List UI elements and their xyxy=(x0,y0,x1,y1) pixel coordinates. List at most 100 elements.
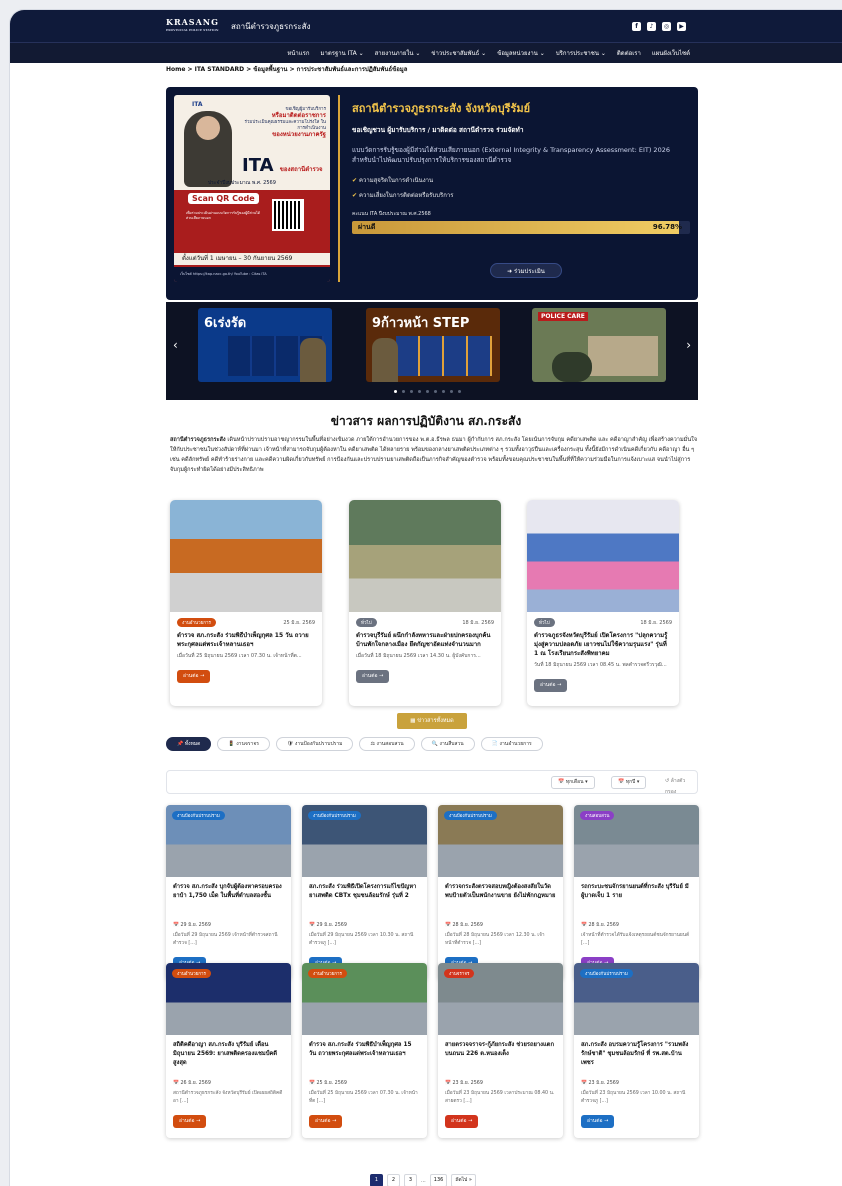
site-logo[interactable]: KRASANG PROVINCIAL POLICE STATION xyxy=(166,18,219,34)
news-title[interactable]: สถิติคดีอาญา สภ.กระสัง บุรีรัมย์ เดือนมิ… xyxy=(166,1035,291,1077)
carousel-dot[interactable] xyxy=(458,390,461,393)
youtube-icon[interactable]: ▶ xyxy=(677,21,686,31)
read-more-button[interactable]: อ่านต่อ → xyxy=(534,679,568,692)
carousel-slide[interactable]: POLICE CARE xyxy=(532,308,666,382)
check-item: ✔ ความเสี่ยงในการติดต่อหรือรับบริการ xyxy=(352,192,454,199)
tab-inquiry[interactable]: ⚖ งานสอบสวน xyxy=(359,737,415,751)
news-card[interactable]: งานป้องกันปราบปราม สภ.กระสัง อบรมความรู้โ… xyxy=(574,963,699,1138)
news-excerpt: เมื่อวันที่ 29 มิถุนายน 2569 เจ้าหน้าที่… xyxy=(173,933,278,946)
all-news-button[interactable]: ▦ ข่าวสารทั้งหมด xyxy=(397,713,467,729)
news-title[interactable]: สายตรวจจราจร-กู้ภัยกระสัง ช่วยรถยางแตกบน… xyxy=(438,1035,563,1077)
news-photo: งานอำนวยการ xyxy=(166,963,291,1035)
nav-item-home[interactable]: หน้าแรก xyxy=(287,48,309,58)
carousel-dot[interactable] xyxy=(434,390,437,393)
read-more-button[interactable]: อ่านต่อ → xyxy=(177,670,211,683)
carousel-slide[interactable]: 9ก้าวหน้า STEP xyxy=(366,308,500,382)
news-photo: งานป้องกันปราบปราม xyxy=(574,963,699,1035)
carousel-dot[interactable] xyxy=(418,390,421,393)
page-2-button[interactable]: 2 xyxy=(387,1174,400,1186)
nav-item-services[interactable]: บริการประชาชน ⌄ xyxy=(556,48,606,58)
score-label: คะแนน ITA ปีงบประมาณ พ.ศ.2568 xyxy=(352,211,431,217)
carousel-dot[interactable] xyxy=(402,390,405,393)
featured-news-card[interactable]: ทั่วไป 18 มิ.ย. 2569 ตำรวจบุรีรัมย์ ผนึกก… xyxy=(349,500,501,706)
hero-subtitle: ขอเชิญชวน ผู้มารับบริการ / มาติดต่อ สถาน… xyxy=(352,126,524,134)
featured-news-card[interactable]: งานอำนวยการ 25 มิ.ย. 2569 ตำรวจ สภ.กระสัง… xyxy=(170,500,322,706)
page-3-button[interactable]: 3 xyxy=(404,1174,417,1186)
read-more-button[interactable]: อ่านต่อ → xyxy=(445,1115,479,1128)
tab-admin[interactable]: 📄 งานอำนวยการ xyxy=(480,737,543,751)
news-card[interactable]: งานป้องกันปราบปราม ตำรวจกระสังตรวจสอบหญิง… xyxy=(438,805,563,980)
tiktok-icon[interactable]: ♪ xyxy=(647,21,656,31)
category-badge: งานป้องกันปราบปราม xyxy=(172,811,225,820)
nav-item-contact[interactable]: ติดต่อเรา xyxy=(617,48,641,58)
news-title[interactable]: ตำรวจบุรีรัมย์ ผนึกกำลังทหารและฝ่ายปกครอ… xyxy=(349,627,501,649)
tab-traffic[interactable]: 🚦 งานจราจร xyxy=(217,737,270,751)
clear-filter-button[interactable]: ↺ ล้างตัวกรอง xyxy=(659,776,697,795)
next-page-button[interactable]: ถัดไป » xyxy=(451,1174,476,1186)
nav-item-news[interactable]: ข่าวประชาสัมพันธ์ ⌄ xyxy=(431,48,486,58)
browser-page: KRASANG PROVINCIAL POLICE STATION สถานีตำ… xyxy=(10,10,842,1186)
news-card[interactable]: งานสอบสวน รถกระบะชนจักรยานยนต์ที่กระสัง บ… xyxy=(574,805,699,980)
news-title[interactable]: รถกระบะชนจักรยานยนต์ที่กระสัง บุรีรัมย์ … xyxy=(574,877,699,919)
page-1-button[interactable]: 1 xyxy=(370,1174,383,1186)
read-more-button[interactable]: อ่านต่อ → xyxy=(356,670,390,683)
news-card[interactable]: งานอำนวยการตำรวจ สภ.กระสัง ร่วมพิธีบำเพ็… xyxy=(302,963,427,1138)
news-date: 📅 26 มิ.ย. 2569 xyxy=(173,1081,211,1086)
news-title[interactable]: ตำรวจภูธรจังหวัดบุรีรัมย์ เปิดโครงการ "ป… xyxy=(527,627,679,658)
nav-item-info[interactable]: ข้อมูลหน่วยงาน ⌄ xyxy=(497,48,545,58)
news-excerpt: เมื่อวันที่ 23 มิถุนายน 2569 เวลาประมาณ … xyxy=(445,1091,555,1104)
news-date: 📅 29 มิ.ย. 2569 xyxy=(309,923,347,928)
featured-news-card[interactable]: ทั่วไป 18 มิ.ย. 2569 ตำรวจภูธรจังหวัดบุรี… xyxy=(527,500,679,706)
news-title[interactable]: ตำรวจกระสังตรวจสอบหญิงต้องสงสัยในวัด พบป… xyxy=(438,877,563,919)
qr-code[interactable] xyxy=(272,199,304,231)
read-more-button[interactable]: อ่านต่อ → xyxy=(309,1115,343,1128)
breadcrumb[interactable]: Home > ITA STANDARD > ข้อมูลพื้นฐาน > กา… xyxy=(10,63,842,76)
slide-motorbike-image xyxy=(552,352,592,382)
poster-footer: เว็บไซต์ https://itap.nacc.go.th/ YouTub… xyxy=(174,267,330,282)
nav-item-sitemap[interactable]: แผนผังเว็บไซต์ xyxy=(652,48,690,58)
category-badge: งานอำนวยการ xyxy=(308,969,347,978)
news-photo xyxy=(349,500,501,612)
nav-item-ita[interactable]: มาตรฐาน ITA ⌄ xyxy=(321,48,364,58)
hero-title: สถานีตำรวจภูธรกระสัง จังหวัดบุรีรัมย์ xyxy=(352,102,531,115)
officer-image xyxy=(184,111,232,187)
read-more-button[interactable]: อ่านต่อ → xyxy=(581,1115,615,1128)
carousel-slide[interactable]: 6เร่งรัด xyxy=(198,308,332,382)
carousel-dot[interactable] xyxy=(442,390,445,393)
news-title[interactable]: สภ.กระสัง ร่วมพิธีเปิดโครงการแก้ไขปัญหาย… xyxy=(302,877,427,919)
news-title[interactable]: สภ.กระสัง อบรมความรู้โครงการ "รวมพลังรัก… xyxy=(574,1035,699,1077)
news-card[interactable]: งานจราจร สายตรวจจราจร-กู้ภัยกระสัง ช่วยรถ… xyxy=(438,963,563,1138)
pagination: 1 2 3 ... 136 ถัดไป » xyxy=(370,1174,476,1186)
read-more-button[interactable]: อ่านต่อ → xyxy=(173,1115,207,1128)
news-card[interactable]: งานป้องกันปราบปราม สภ.กระสัง ร่วมพิธีเปิด… xyxy=(302,805,427,980)
news-excerpt: เจ้าหน้าที่ตำรวจได้รับแจ้งเหตุรถยนต์ชนจั… xyxy=(581,933,690,946)
carousel-dot[interactable] xyxy=(450,390,453,393)
news-title[interactable]: ตำรวจ สภ.กระสัง ร่วมพิธีบำเพ็ญกุศล 15 วั… xyxy=(170,627,322,649)
news-photo: งานอำนวยการ xyxy=(302,963,427,1035)
tab-investigation[interactable]: 🔍 งานสืบสวน xyxy=(420,737,475,751)
main-nav: หน้าแรก มาตรฐาน ITA ⌄ สายงานภายใน ⌄ ข่าว… xyxy=(10,42,842,63)
facebook-icon[interactable]: f xyxy=(632,21,641,31)
news-card[interactable]: งานป้องกันปราบปรามตำรวจ สภ.กระสัง บุกจับ… xyxy=(166,805,291,980)
year-filter-select[interactable]: 📅 ทุกปี ▾ xyxy=(611,776,647,789)
carousel-prev-icon[interactable]: ‹ xyxy=(173,338,178,352)
carousel-dot[interactable] xyxy=(410,390,413,393)
tab-all[interactable]: 📌 ทั้งหมด xyxy=(166,737,212,751)
ita-poster[interactable]: ITA ขอเชิญผู้มารับบริการ หรือมาติดต่อราช… xyxy=(174,95,330,282)
check-item: ✔ ความสุจริตในการดำเนินงาน xyxy=(352,177,434,184)
carousel-next-icon[interactable]: › xyxy=(686,338,691,352)
month-filter-select[interactable]: 📅 ทุกเดือน ▾ xyxy=(551,776,595,789)
news-excerpt: เมื่อวันที่ 25 มิถุนายน 2569 เวลา 07.30 … xyxy=(309,1091,418,1104)
instagram-icon[interactable]: ◎ xyxy=(662,21,671,31)
carousel-dot[interactable] xyxy=(426,390,429,393)
news-title[interactable]: ตำรวจ สภ.กระสัง บุกจับผู้ต้องหาครอบครองย… xyxy=(166,877,291,919)
page-last-button[interactable]: 136 xyxy=(429,1174,448,1186)
tab-prevention[interactable]: 🛡 งานป้องกันปราบปราม xyxy=(275,737,354,751)
news-photo: งานป้องกันปราบปราม xyxy=(302,805,427,877)
evaluate-button[interactable]: ➜ ร่วมประเมิน xyxy=(490,263,562,278)
news-title[interactable]: ตำรวจ สภ.กระสัง ร่วมพิธีบำเพ็ญกุศล 15 วั… xyxy=(302,1035,427,1077)
news-date: 📅 23 มิ.ย. 2569 xyxy=(581,1081,619,1086)
nav-item-internal[interactable]: สายงานภายใน ⌄ xyxy=(375,48,421,58)
news-card[interactable]: งานอำนวยการ สถิติคดีอาญา สภ.กระสัง บุรีรั… xyxy=(166,963,291,1138)
carousel-dot[interactable] xyxy=(394,390,397,393)
